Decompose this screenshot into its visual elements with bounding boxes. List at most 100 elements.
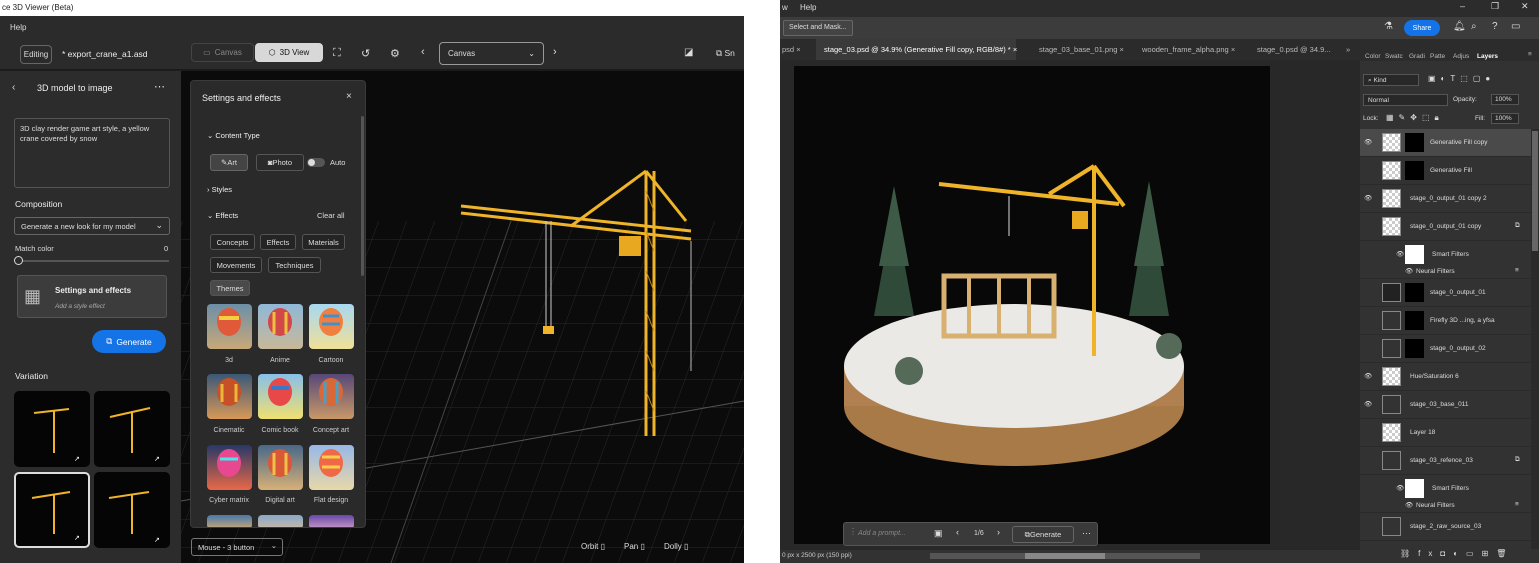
tab-color[interactable]: Color xyxy=(1365,53,1381,60)
layer-row[interactable]: 👁︎ stage_03_base_011 xyxy=(1360,391,1531,419)
help-icon[interactable]: ? xyxy=(1492,21,1498,32)
layer-row[interactable]: stage_0_output_01 copy ⧉ xyxy=(1360,213,1531,241)
eye-icon[interactable]: 👁︎ xyxy=(1396,484,1404,492)
variation-thumb[interactable]: ↗ xyxy=(94,472,170,548)
dolly-control[interactable]: Dolly ▯ xyxy=(664,542,688,551)
tag-concepts[interactable]: Concepts xyxy=(210,234,255,250)
style-thumb-3d[interactable] xyxy=(207,304,252,349)
layer-row[interactable]: stage_0_output_02 xyxy=(1360,335,1531,363)
layer-actions[interactable]: ⛓fx◘◐▭⊞🗑︎ xyxy=(1400,549,1514,558)
tabs-overflow-icon[interactable]: » xyxy=(1346,39,1350,60)
variation-thumb-selected[interactable]: ↗ xyxy=(14,472,90,548)
eye-icon[interactable]: 👁︎ xyxy=(1405,501,1413,509)
tag-techniques[interactable]: Techniques xyxy=(268,257,321,273)
layer-row[interactable]: stage_0_output_01 xyxy=(1360,279,1531,307)
back-icon[interactable]: ‹ xyxy=(12,82,15,93)
settings-effects-card[interactable]: ▦ Settings and effects Add a style effec… xyxy=(17,275,167,318)
clear-all-link[interactable]: Clear all xyxy=(317,211,345,220)
match-color-slider[interactable] xyxy=(15,260,169,262)
more-icon[interactable]: ⋯ xyxy=(154,80,165,93)
tag-materials[interactable]: Materials xyxy=(302,234,345,250)
next-arrow-icon[interactable]: › xyxy=(997,527,1000,537)
restore-icon[interactable]: ❐ xyxy=(1491,1,1499,12)
select-mask-button[interactable]: Select and Mask... xyxy=(783,20,853,36)
close-icon[interactable]: × xyxy=(1120,45,1124,54)
next-arrow-icon[interactable]: › xyxy=(553,46,557,58)
tab-stage-03-active[interactable]: stage_03.psd @ 34.9% (Generative Fill co… xyxy=(816,39,1017,60)
eye-icon[interactable]: 👁︎ xyxy=(1364,372,1372,380)
3d-view-button[interactable]: ⬡ 3D View xyxy=(255,43,323,62)
close-icon[interactable]: × xyxy=(346,91,352,102)
kind-filter[interactable]: ⌕ Kind xyxy=(1363,74,1419,86)
layer-row[interactable]: Firefly 3D ...ing, a yfsa xyxy=(1360,307,1531,335)
flask-icon[interactable]: ⚗ xyxy=(1384,21,1393,32)
gallery-icon[interactable]: ▣ xyxy=(934,528,943,539)
frame-icon[interactable]: ⛶ xyxy=(333,47,341,60)
tab-stage-03-base[interactable]: stage_03_base_01.png × xyxy=(1039,39,1124,60)
minimize-icon[interactable]: – xyxy=(1460,1,1465,11)
pan-control[interactable]: Pan ▯ xyxy=(624,542,645,551)
more-icon[interactable]: ⋯ xyxy=(1082,528,1091,539)
style-thumb-comic-book[interactable] xyxy=(258,374,303,419)
close-icon[interactable]: × xyxy=(1013,45,1017,54)
layer-row[interactable]: Layer 18 xyxy=(1360,419,1531,447)
filter-icons[interactable]: ▣◐T⬚▢● xyxy=(1428,74,1495,83)
close-icon[interactable]: ✕ xyxy=(1521,1,1529,12)
tab-gradients[interactable]: Gradi xyxy=(1409,53,1425,60)
bell-icon[interactable]: 🔔︎ xyxy=(1453,21,1466,32)
photo-toggle[interactable]: ◙ Photo xyxy=(256,154,304,171)
fill-input[interactable]: 100% xyxy=(1491,113,1519,124)
tag-effects[interactable]: Effects xyxy=(260,234,296,250)
horizontal-scrollbar[interactable] xyxy=(930,553,1200,559)
eye-icon[interactable]: 👁︎ xyxy=(1396,250,1404,258)
document-canvas[interactable]: ⋮ Add a prompt... ▣ ‹ 1/6 › ⧉ Generate ⋯ xyxy=(780,60,1360,553)
style-thumb-cinematic[interactable] xyxy=(207,374,252,419)
render-icon[interactable]: ◪ xyxy=(684,47,693,58)
style-thumb-digital-art[interactable] xyxy=(258,445,303,490)
variation-thumb[interactable]: ↗ xyxy=(14,391,90,467)
search-icon[interactable]: ⌕ xyxy=(1471,21,1477,32)
editing-button[interactable]: Editing xyxy=(20,45,52,64)
effects-header[interactable]: ⌄ Effects xyxy=(207,211,238,220)
scrollbar[interactable] xyxy=(361,116,364,276)
menu-help[interactable]: Help xyxy=(800,3,816,12)
tab-stage-0[interactable]: stage_0.psd @ 34.9... xyxy=(1257,39,1331,60)
composition-select[interactable]: Generate a new look for my model ⌄ xyxy=(14,217,170,235)
close-icon[interactable]: × xyxy=(1231,45,1235,54)
style-thumb-flat-design[interactable] xyxy=(309,445,354,490)
eye-icon[interactable]: 👁︎ xyxy=(1364,138,1372,146)
filter-options-icon[interactable]: ≡ xyxy=(1515,267,1519,274)
tab-wooden-frame[interactable]: wooden_frame_alpha.png × xyxy=(1142,39,1235,60)
layer-row[interactable]: Generative Fill xyxy=(1360,157,1531,185)
canvas-view-button[interactable]: ▭ Canvas xyxy=(191,43,254,62)
tag-movements[interactable]: Movements xyxy=(210,257,262,273)
settings-view-icon[interactable]: ⚙ xyxy=(390,47,400,60)
share-button[interactable]: Share xyxy=(1404,20,1440,36)
layer-row[interactable]: stage_03_refence_03 ⧉ xyxy=(1360,447,1531,475)
opacity-input[interactable]: 100% xyxy=(1491,94,1519,105)
styles-header[interactable]: › Styles xyxy=(207,185,232,194)
tab-patterns[interactable]: Patte xyxy=(1430,53,1445,60)
drag-handle-icon[interactable]: ⋮ xyxy=(849,527,857,536)
snapshot-button[interactable]: ⧉ Sn xyxy=(716,48,735,59)
mouse-mode-select[interactable]: Mouse - 3 button ⌄ xyxy=(191,538,283,556)
style-thumb-anime[interactable] xyxy=(258,304,303,349)
prev-arrow-icon[interactable]: ‹ xyxy=(956,527,959,537)
prompt-input[interactable]: Add a prompt... xyxy=(858,530,906,537)
lock-icons[interactable]: ▦✎✥⬚🔒︎ xyxy=(1386,113,1444,123)
style-thumb-concept-art[interactable] xyxy=(309,374,354,419)
layer-row[interactable]: stage_2_raw_source_03 xyxy=(1360,513,1531,541)
blend-mode-select[interactable]: Normal xyxy=(1363,94,1448,106)
eye-icon[interactable]: 👁︎ xyxy=(1364,400,1372,408)
panel-menu-icon[interactable]: ≡ xyxy=(1528,51,1532,58)
tab-swatches[interactable]: Swatc xyxy=(1385,53,1403,60)
art-toggle[interactable]: ✎ Art xyxy=(210,154,248,171)
layer-row-selected[interactable]: 👁︎ Generative Fill copy xyxy=(1360,129,1531,157)
undo-icon[interactable]: ↺ xyxy=(361,47,370,60)
menu-help[interactable]: Help xyxy=(10,23,26,32)
tab-psd[interactable]: psd × xyxy=(782,39,801,60)
layers-scrollbar[interactable] xyxy=(1531,129,1539,549)
generate-button[interactable]: ⧉ Generate xyxy=(1012,526,1074,543)
close-icon[interactable]: × xyxy=(796,45,800,54)
workspace-icon[interactable]: ▭ xyxy=(1511,21,1520,32)
